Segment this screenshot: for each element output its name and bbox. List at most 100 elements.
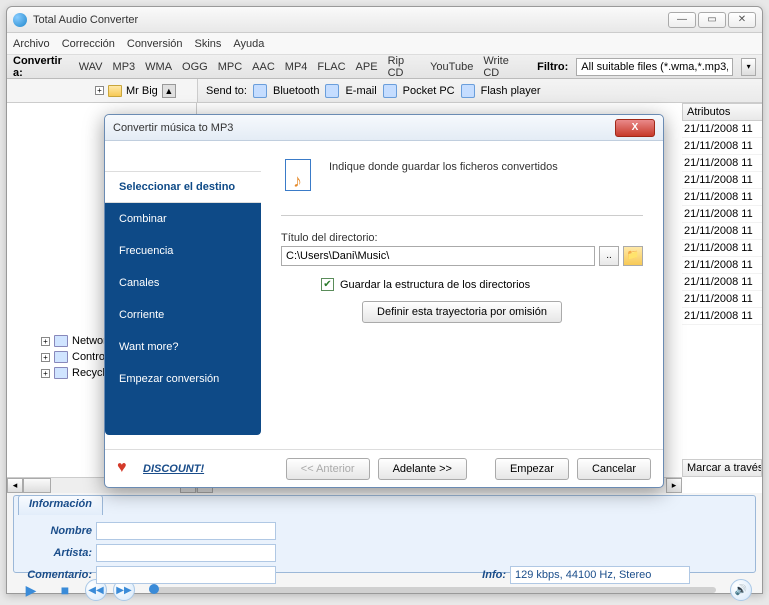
format-button[interactable]: MP3 xyxy=(112,61,137,73)
expand-icon[interactable]: + xyxy=(95,86,104,95)
next-button[interactable]: Adelante >> xyxy=(378,458,467,480)
document-music-icon: ♪ xyxy=(281,159,317,195)
app-icon xyxy=(13,13,27,27)
format-button[interactable]: FLAC xyxy=(316,61,346,73)
info-tab[interactable]: Información xyxy=(18,495,103,515)
comentario-value xyxy=(96,566,276,584)
directory-input[interactable] xyxy=(281,246,595,266)
send-target[interactable]: E-mail xyxy=(345,85,376,97)
send-to-label: Send to: xyxy=(206,85,247,97)
discount-link[interactable]: DISCOUNT! xyxy=(143,463,204,475)
dialog-header-text: Indique donde guardar los ficheros conve… xyxy=(329,159,643,173)
list-cell[interactable]: 21/11/2008 11 xyxy=(682,257,762,274)
list-cell[interactable]: 21/11/2008 11 xyxy=(682,291,762,308)
menu-item[interactable]: Corrección xyxy=(62,38,115,50)
scroll-right-button[interactable]: ▸ xyxy=(666,478,682,493)
seek-thumb[interactable] xyxy=(149,584,159,594)
menu-item[interactable]: Archivo xyxy=(13,38,50,50)
list-cell[interactable]: 21/11/2008 11 xyxy=(682,308,762,325)
close-button[interactable]: ✕ xyxy=(728,12,756,28)
format-button[interactable]: Write CD xyxy=(482,55,525,79)
menubar: Archivo Corrección Conversión Skins Ayud… xyxy=(7,33,762,55)
filter-label: Filtro: xyxy=(537,61,568,73)
artista-label: Artista: xyxy=(22,547,92,559)
expand-icon[interactable]: + xyxy=(41,337,50,346)
info-value: 129 kbps, 44100 Hz, Stereo xyxy=(510,566,690,584)
keep-structure-checkbox[interactable]: ✔ xyxy=(321,278,334,291)
nombre-label: Nombre xyxy=(22,525,92,537)
dialog-close-button[interactable]: X xyxy=(615,119,655,137)
titlebar: Total Audio Converter — ▭ ✕ xyxy=(7,7,762,33)
tree-label[interactable]: Control xyxy=(72,351,107,363)
dialog-nav: Seleccionar el destino Combinar Frecuenc… xyxy=(105,141,261,449)
tree-current-folder: + Mr Big ▲ xyxy=(7,79,197,102)
dialog-titlebar: Convertir música to MP3 X xyxy=(105,115,663,141)
list-cell[interactable]: 21/11/2008 11 xyxy=(682,274,762,291)
nav-item-frequency[interactable]: Frecuencia xyxy=(105,235,261,267)
list-cell[interactable]: 21/11/2008 11 xyxy=(682,240,762,257)
drive-icon xyxy=(54,335,68,347)
nav-item-bitrate[interactable]: Corriente xyxy=(105,299,261,331)
list-cell[interactable]: 21/11/2008 11 xyxy=(682,206,762,223)
format-button[interactable]: MPC xyxy=(217,61,243,73)
scroll-left-button[interactable]: ◂ xyxy=(7,478,23,493)
convert-dialog: Convertir música to MP3 X Seleccionar el… xyxy=(104,114,664,488)
start-button[interactable]: Empezar xyxy=(495,458,569,480)
nav-item-wantmore[interactable]: Want more? xyxy=(105,331,261,363)
format-toolbar: Convertir a: WAV MP3 WMA OGG MPC AAC MP4… xyxy=(7,55,762,79)
browse-folder-button[interactable]: 📁 xyxy=(623,246,643,266)
folder-label[interactable]: Mr Big xyxy=(126,85,158,97)
dialog-title: Convertir música to MP3 xyxy=(113,122,615,134)
format-button[interactable]: MP4 xyxy=(284,61,309,73)
convert-label: Convertir a: xyxy=(13,55,70,79)
list-cell[interactable]: 21/11/2008 11 xyxy=(682,189,762,206)
define-default-path-button[interactable]: Definir esta trayectoria por omisión xyxy=(362,301,562,323)
expand-icon[interactable]: + xyxy=(41,353,50,362)
list-cell[interactable]: 21/11/2008 11 xyxy=(682,138,762,155)
format-button[interactable]: WMA xyxy=(144,61,173,73)
drive-icon xyxy=(54,367,68,379)
seek-bar[interactable] xyxy=(149,587,716,593)
send-target[interactable]: Flash player xyxy=(481,85,541,97)
list-cell[interactable]: 21/11/2008 11 xyxy=(682,155,762,172)
path-options-button[interactable]: .. xyxy=(599,246,619,266)
nav-item-destination[interactable]: Seleccionar el destino xyxy=(105,171,261,203)
filter-dropdown-button[interactable]: ▾ xyxy=(741,58,756,76)
column-header-attributes[interactable]: Atributos xyxy=(682,103,762,121)
nav-item-start[interactable]: Empezar conversión xyxy=(105,363,261,395)
send-target[interactable]: Pocket PC xyxy=(403,85,455,97)
expand-icon[interactable]: + xyxy=(41,369,50,378)
scroll-thumb[interactable] xyxy=(23,478,51,493)
list-cell[interactable]: 21/11/2008 11 xyxy=(682,172,762,189)
list-cell[interactable]: 21/11/2008 11 xyxy=(682,121,762,138)
menu-item[interactable]: Conversión xyxy=(127,38,183,50)
list-cell[interactable]: 21/11/2008 11 xyxy=(682,223,762,240)
format-button[interactable]: OGG xyxy=(181,61,209,73)
tree-label[interactable]: Recycl xyxy=(72,367,105,379)
format-button[interactable]: YouTube xyxy=(429,61,474,73)
flashplayer-icon xyxy=(461,84,475,98)
select-panel-header[interactable]: Marcar a través d xyxy=(682,459,762,477)
nav-item-channels[interactable]: Canales xyxy=(105,267,261,299)
bluetooth-icon xyxy=(253,84,267,98)
up-button[interactable]: ▲ xyxy=(162,84,176,98)
filter-input[interactable] xyxy=(576,58,733,76)
info-label: Info: xyxy=(436,569,506,581)
nav-item-combine[interactable]: Combinar xyxy=(105,203,261,235)
format-button[interactable]: WAV xyxy=(78,61,104,73)
format-button[interactable]: Rip CD xyxy=(387,55,422,79)
previous-button[interactable]: << Anterior xyxy=(286,458,370,480)
nombre-value xyxy=(96,522,276,540)
cancel-button[interactable]: Cancelar xyxy=(577,458,651,480)
menu-item[interactable]: Skins xyxy=(195,38,222,50)
menu-item[interactable]: Ayuda xyxy=(233,38,264,50)
date-column: 21/11/2008 11 21/11/2008 11 21/11/2008 1… xyxy=(682,121,762,325)
format-button[interactable]: APE xyxy=(355,61,379,73)
send-target[interactable]: Bluetooth xyxy=(273,85,319,97)
drive-icon xyxy=(54,351,68,363)
directory-label: Título del directorio: xyxy=(281,232,643,244)
format-button[interactable]: AAC xyxy=(251,61,276,73)
minimize-button[interactable]: — xyxy=(668,12,696,28)
maximize-button[interactable]: ▭ xyxy=(698,12,726,28)
send-to-bar: Send to: Bluetooth E-mail Pocket PC Flas… xyxy=(197,79,762,102)
